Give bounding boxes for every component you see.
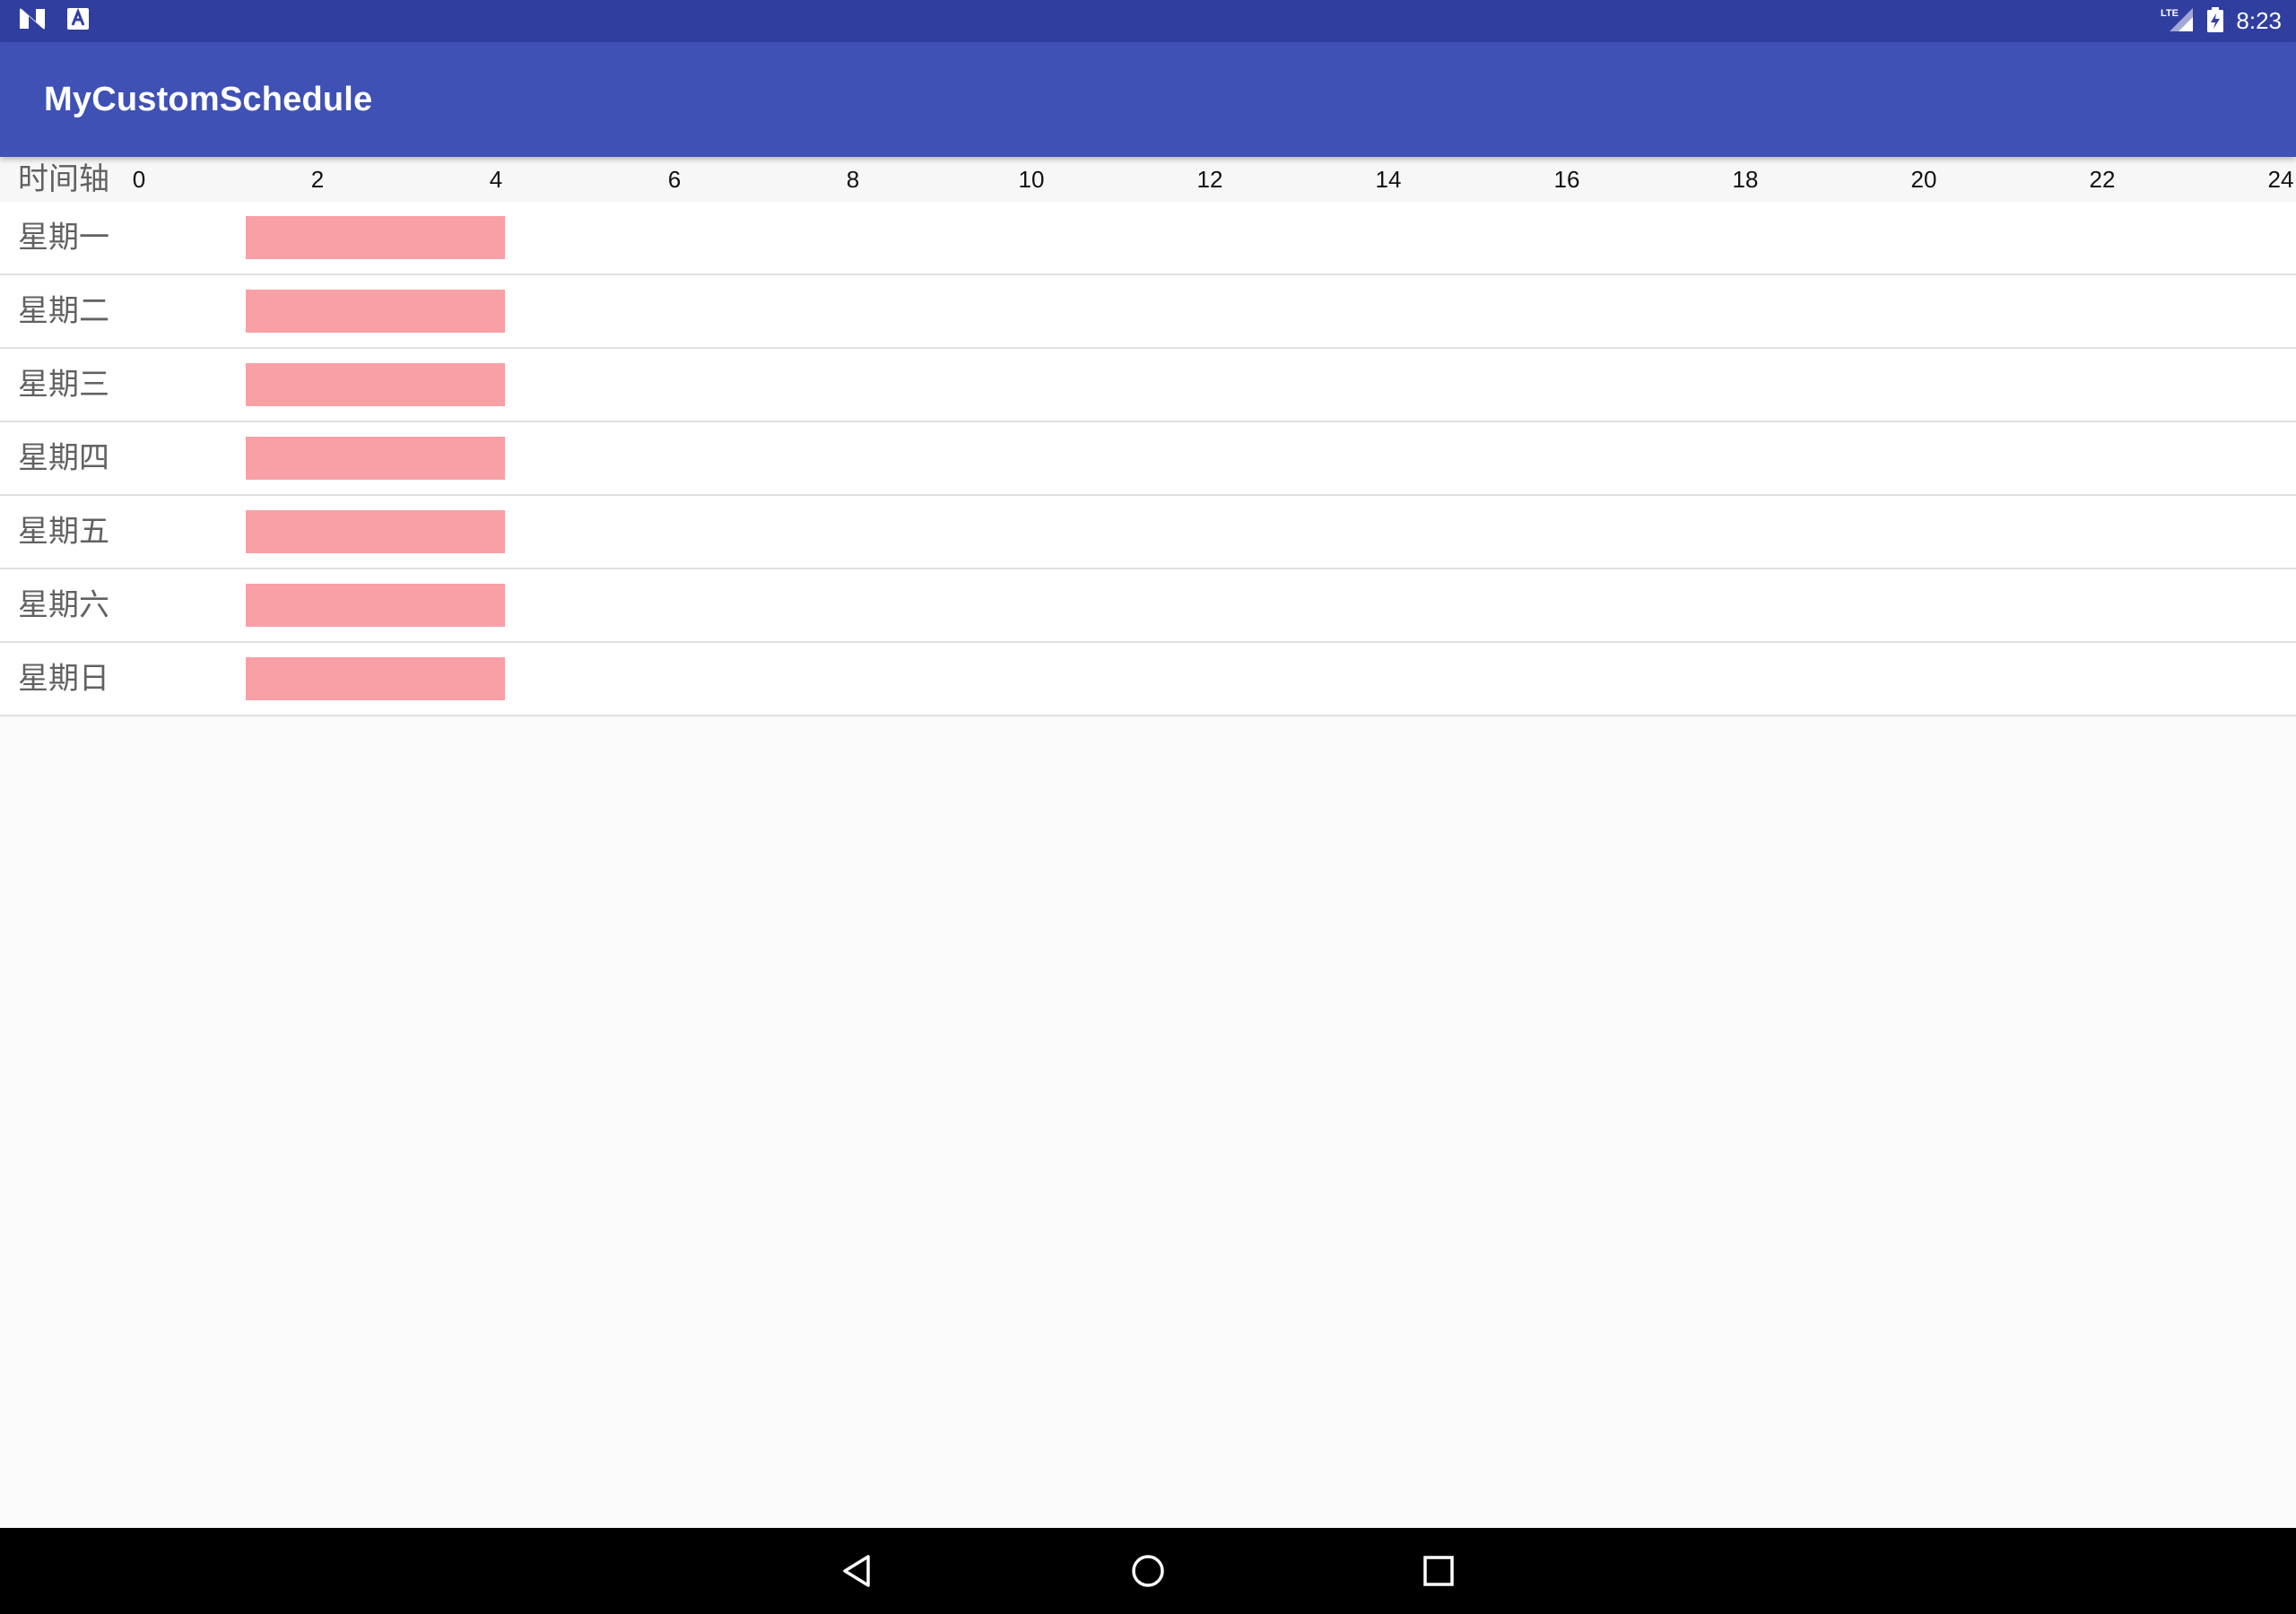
back-icon[interactable] [836, 1549, 879, 1592]
day-label: 星期二 [18, 293, 109, 329]
time-axis-tick: 10 [1018, 166, 1045, 193]
schedule-event-bar[interactable] [246, 437, 505, 480]
schedule-event-bar[interactable] [246, 216, 505, 259]
time-axis-tick: 24 [2267, 166, 2294, 193]
recents-icon[interactable] [1417, 1549, 1460, 1592]
day-label: 星期日 [18, 661, 109, 697]
time-axis-tick: 12 [1196, 166, 1223, 193]
day-row: 星期二 [0, 275, 2296, 349]
time-axis-tick: 4 [489, 166, 503, 193]
day-label: 星期三 [18, 367, 109, 403]
n-notification-icon [18, 7, 47, 34]
status-bar: LTE 8:23 [0, 0, 2296, 42]
time-axis-tick: 2 [310, 166, 325, 193]
day-label: 星期四 [18, 440, 109, 476]
navigation-bar [0, 1528, 2296, 1614]
day-row: 星期六 [0, 569, 2296, 643]
time-axis-title: 时间轴 [18, 161, 109, 197]
day-rows: 星期一星期二星期三星期四星期五星期六星期日 [0, 202, 2296, 716]
day-label: 星期六 [18, 587, 109, 623]
lte-signal-icon: LTE [2161, 6, 2195, 37]
battery-icon [2207, 6, 2224, 36]
time-axis-tick: 16 [1553, 166, 1580, 193]
schedule-event-bar[interactable] [246, 363, 505, 406]
clock: 8:23 [2236, 7, 2282, 34]
time-axis: 时间轴 0 2 4 6 8 10 12 14 16 18 20 22 24 [0, 157, 2296, 202]
day-row: 星期四 [0, 422, 2296, 496]
app-title: MyCustomSchedule [44, 81, 373, 118]
day-label: 星期五 [18, 514, 109, 550]
time-axis-tick: 20 [1910, 166, 1937, 193]
day-row: 星期三 [0, 349, 2296, 422]
svg-text:LTE: LTE [2161, 8, 2179, 19]
day-row: 星期五 [0, 496, 2296, 569]
time-axis-tick: 22 [2089, 166, 2116, 193]
home-icon[interactable] [1126, 1549, 1170, 1592]
schedule-event-bar[interactable] [246, 510, 505, 553]
schedule-view[interactable]: 时间轴 0 2 4 6 8 10 12 14 16 18 20 22 24 星期一 星期二 星期三 星期四 星期… [0, 157, 2296, 716]
schedule-event-bar[interactable] [246, 290, 505, 333]
time-axis-tick: 14 [1375, 166, 1402, 193]
day-row: 星期一 [0, 202, 2296, 275]
app-bar: MyCustomSchedule [0, 42, 2296, 157]
a-notification-icon [66, 7, 90, 34]
time-axis-tick: 0 [132, 166, 146, 193]
day-label: 星期一 [18, 220, 109, 256]
schedule-event-bar[interactable] [246, 584, 505, 627]
time-axis-tick: 18 [1732, 166, 1759, 193]
schedule-event-bar[interactable] [246, 657, 505, 700]
time-axis-tick: 6 [667, 166, 682, 193]
day-row: 星期日 [0, 643, 2296, 716]
time-axis-tick: 8 [846, 166, 860, 193]
